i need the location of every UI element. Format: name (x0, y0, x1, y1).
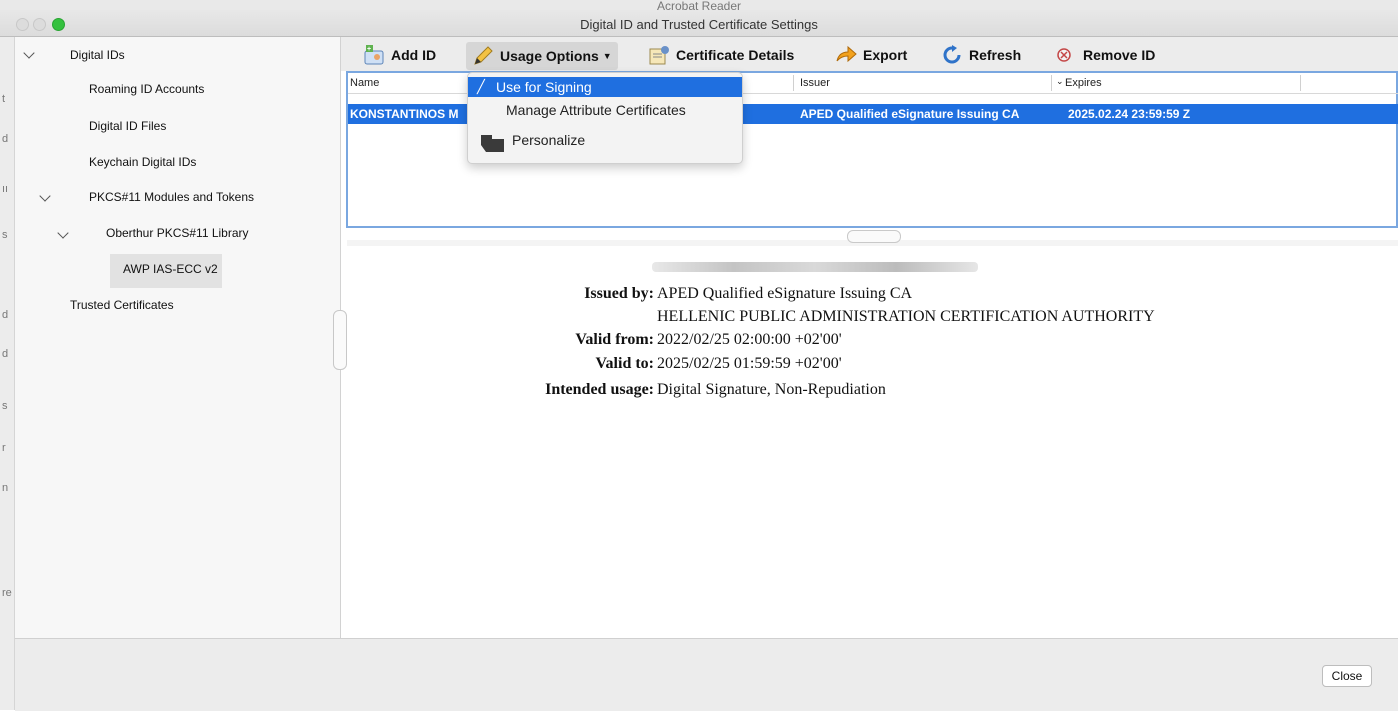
usage-options-menu: ╱ Use for Signing Manage Attribute Certi… (467, 72, 743, 164)
edge-char: d (2, 133, 9, 145)
remove-id-label: Remove ID (1083, 47, 1156, 63)
menu-item-personalize[interactable]: Personalize (468, 129, 742, 153)
issued-by-label: Issued by: (584, 285, 654, 302)
window-zoom-button[interactable] (52, 18, 65, 31)
sort-chevron-icon: ⌄ (1056, 76, 1064, 86)
valid-to-label: Valid to: (595, 355, 654, 372)
remove-id-button[interactable]: Remove ID (1055, 43, 1155, 67)
column-divider (1300, 75, 1301, 91)
svg-text:+: + (367, 46, 371, 53)
valid-from-value: 2022/02/25 02:00:00 +02'00' (657, 331, 842, 348)
issued-by-value: APED Qualified eSignature Issuing CA (657, 285, 913, 302)
menu-item-use-for-signing[interactable]: ╱ Use for Signing (468, 77, 742, 97)
redacted-subject-name (652, 262, 978, 272)
add-id-label: Add ID (391, 47, 437, 63)
usage-options-button[interactable]: Usage Options ▼ (466, 42, 618, 70)
export-label: Export (863, 47, 908, 63)
dialog-footer (15, 638, 1398, 711)
refresh-button[interactable]: Refresh (941, 43, 1021, 67)
sidebar-item-digital-ids[interactable]: Digital IDs (70, 48, 125, 62)
intended-usage-value: Digital Signature, Non-Repudiation (657, 381, 886, 398)
intended-usage-label: Intended usage: (545, 381, 654, 398)
certificate-details-button[interactable]: Certificate Details (648, 43, 794, 67)
edge-char: re (2, 587, 12, 599)
sidebar-resize-handle[interactable] (333, 310, 347, 370)
chevron-down-icon[interactable] (57, 227, 69, 239)
window-title: Digital ID and Trusted Certificate Setti… (580, 17, 818, 32)
sidebar-item-keychain-digital-ids[interactable]: Keychain Digital IDs (89, 155, 196, 169)
menu-item-label: Use for Signing (496, 79, 592, 95)
row-name: KONSTANTINOS M (350, 107, 459, 121)
edge-char: n (2, 482, 9, 494)
refresh-label: Refresh (969, 47, 1022, 63)
chevron-down-icon[interactable] (23, 47, 35, 59)
refresh-icon (941, 45, 963, 65)
column-header-issuer[interactable]: Issuer (800, 77, 830, 89)
toolbar: + Add ID Usage Options ▼ Certificate Det… (341, 37, 1398, 71)
edge-char: t (2, 93, 6, 105)
edge-char: s (2, 400, 8, 412)
export-arrow-icon (835, 45, 857, 65)
menu-item-manage-attribute-certificates[interactable]: Manage Attribute Certificates (468, 101, 742, 121)
dropdown-arrow-icon: ▼ (602, 51, 612, 61)
background-app-title: Acrobat Reader (656, 0, 742, 13)
column-divider (793, 75, 794, 91)
usage-options-label: Usage Options (500, 48, 599, 64)
edge-char: r (2, 442, 6, 454)
sidebar-item-pkcs11-modules[interactable]: PKCS#11 Modules and Tokens (89, 190, 254, 204)
issued-by-authority: HELLENIC PUBLIC ADMINISTRATION CERTIFICA… (657, 308, 1155, 325)
column-header-name[interactable]: Name (350, 77, 379, 89)
column-divider (1051, 75, 1052, 91)
sidebar-item-trusted-certificates[interactable]: Trusted Certificates (70, 298, 174, 312)
sidebar-item-oberthur-library[interactable]: Oberthur PKCS#11 Library (106, 226, 249, 240)
column-header-expires[interactable]: Expires (1065, 77, 1102, 89)
edge-char: s (2, 229, 8, 241)
certificate-icon (648, 45, 670, 65)
row-expires: 2025.02.24 23:59:59 Z (1068, 107, 1191, 121)
menu-item-label: Manage Attribute Certificates (506, 102, 686, 118)
edge-char: d (2, 309, 9, 321)
sidebar-item-roaming-id-accounts[interactable]: Roaming ID Accounts (89, 82, 204, 96)
edge-char: d (2, 348, 9, 360)
edge-char: ıı (2, 183, 9, 195)
valid-from-label: Valid from: (575, 331, 654, 348)
chevron-down-icon[interactable] (39, 190, 51, 202)
window-close-button[interactable] (16, 18, 29, 31)
close-button[interactable]: Close (1322, 665, 1372, 687)
personalize-icon (480, 131, 506, 156)
sidebar-item-digital-id-files[interactable]: Digital ID Files (89, 119, 166, 133)
pane-resize-grip[interactable] (847, 230, 901, 243)
add-id-icon: + (363, 45, 385, 65)
certificate-details-label: Certificate Details (676, 47, 795, 63)
window-minimize-button[interactable] (33, 18, 46, 31)
sidebar-tree: Digital IDs Roaming ID Accounts Digital … (15, 37, 341, 638)
export-button[interactable]: Export (835, 43, 907, 67)
remove-icon (1055, 45, 1077, 65)
sidebar-item-awp-ias-ecc[interactable]: AWP IAS-ECC v2 (123, 262, 218, 276)
valid-to-value: 2025/02/25 01:59:59 +02'00' (657, 355, 842, 372)
add-id-button[interactable]: + Add ID (363, 43, 436, 67)
row-issuer: APED Qualified eSignature Issuing CA (800, 107, 1020, 121)
background-window-edge: t d ıı s d d s r n re (0, 37, 15, 710)
pencil-icon (472, 46, 494, 66)
checkmark-pen-icon: ╱ (477, 79, 485, 94)
menu-item-label: Personalize (512, 132, 586, 148)
